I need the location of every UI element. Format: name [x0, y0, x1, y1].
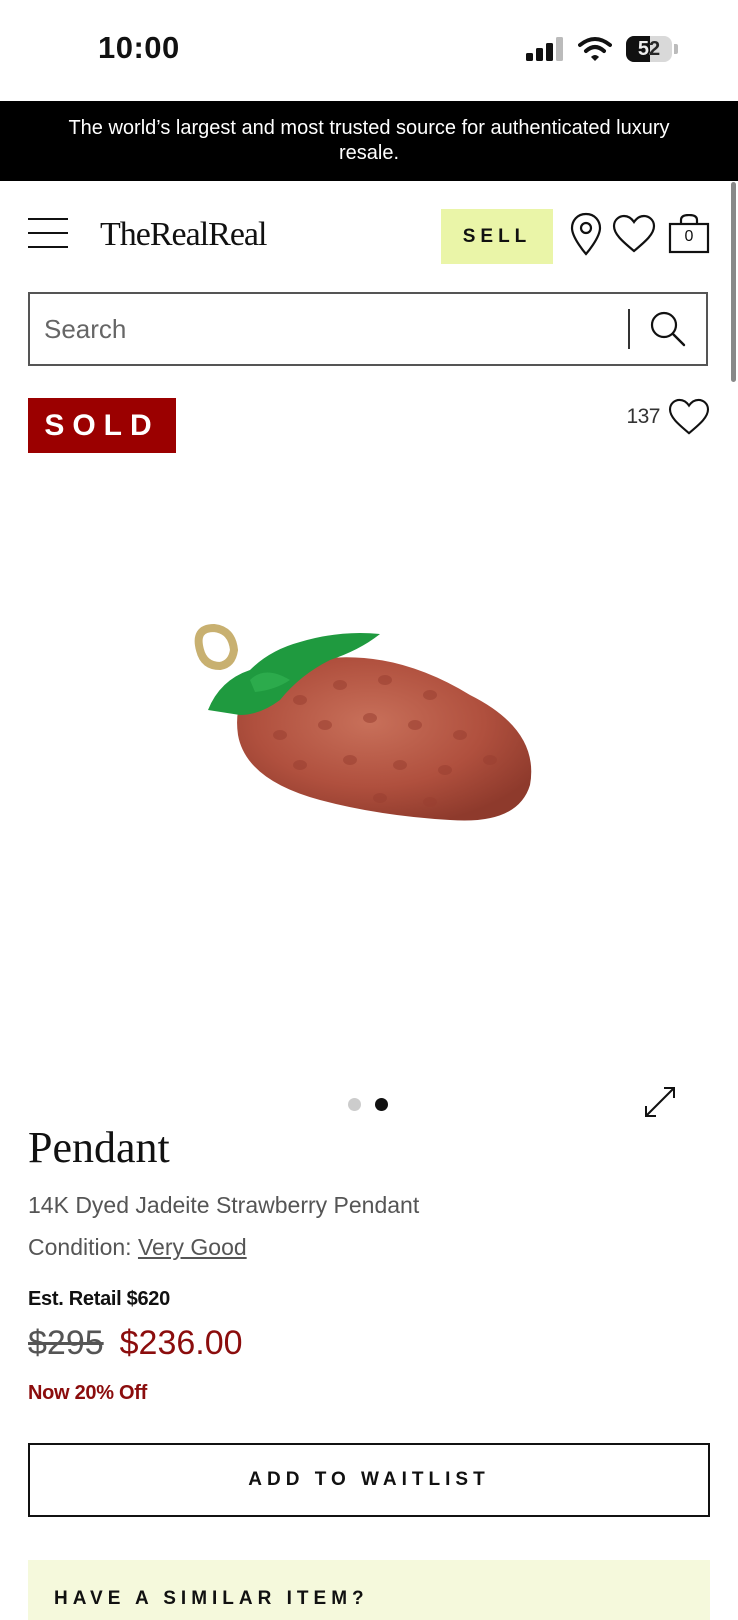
estimated-retail: Est. Retail $620 — [28, 1288, 170, 1310]
battery-indicator: 52 — [626, 36, 672, 62]
gallery-dot[interactable] — [348, 1098, 361, 1111]
cellular-signal-icon — [526, 37, 563, 61]
battery-cap — [674, 44, 678, 54]
shopping-bag-icon[interactable]: 0 — [668, 214, 710, 254]
condition-link[interactable]: Very Good — [138, 1234, 247, 1260]
status-icons: 52 — [526, 36, 678, 62]
site-logo[interactable]: TheRealReal — [100, 216, 267, 254]
status-bar: 10:00 52 — [0, 0, 738, 100]
similar-item-heading: HAVE A SIMILAR ITEM? — [54, 1588, 369, 1609]
heart-icon[interactable] — [612, 214, 656, 254]
expand-icon[interactable] — [640, 1082, 680, 1122]
product-condition: Condition: Very Good — [28, 1234, 247, 1261]
product-image[interactable] — [180, 620, 560, 850]
search-icon[interactable] — [630, 294, 706, 364]
sold-badge: SOLD — [28, 398, 176, 453]
original-price: $295 — [28, 1324, 104, 1362]
sell-button[interactable]: SELL — [441, 209, 553, 264]
product-subtitle: 14K Dyed Jadeite Strawberry Pendant — [28, 1192, 420, 1218]
sale-price: $236.00 — [119, 1324, 243, 1362]
search-bar — [28, 292, 708, 366]
search-input[interactable] — [30, 293, 628, 365]
status-time: 10:00 — [98, 30, 180, 65]
discount-text: Now 20% Off — [28, 1382, 147, 1404]
add-to-waitlist-button[interactable]: ADD TO WAITLIST — [28, 1443, 710, 1517]
condition-label: Condition: — [28, 1234, 132, 1260]
bag-count: 0 — [684, 228, 694, 245]
similar-item-section[interactable]: HAVE A SIMILAR ITEM? — [28, 1560, 710, 1620]
gallery-dot-active[interactable] — [375, 1098, 388, 1111]
favorite-button[interactable]: 137 — [626, 398, 710, 436]
price-block: $295 $236.00 — [28, 1324, 243, 1363]
menu-icon[interactable] — [28, 218, 68, 250]
battery-level: 52 — [637, 37, 661, 60]
site-header: TheRealReal SELL 0 — [0, 182, 738, 290]
favorite-count: 137 — [626, 405, 660, 428]
heart-icon[interactable] — [668, 398, 710, 436]
product-title: Pendant — [28, 1123, 170, 1172]
wifi-icon — [578, 37, 612, 61]
promo-banner: The world’s largest and most trusted sou… — [0, 101, 738, 181]
gallery-pagination — [348, 1098, 388, 1111]
location-pin-icon[interactable] — [570, 212, 602, 256]
